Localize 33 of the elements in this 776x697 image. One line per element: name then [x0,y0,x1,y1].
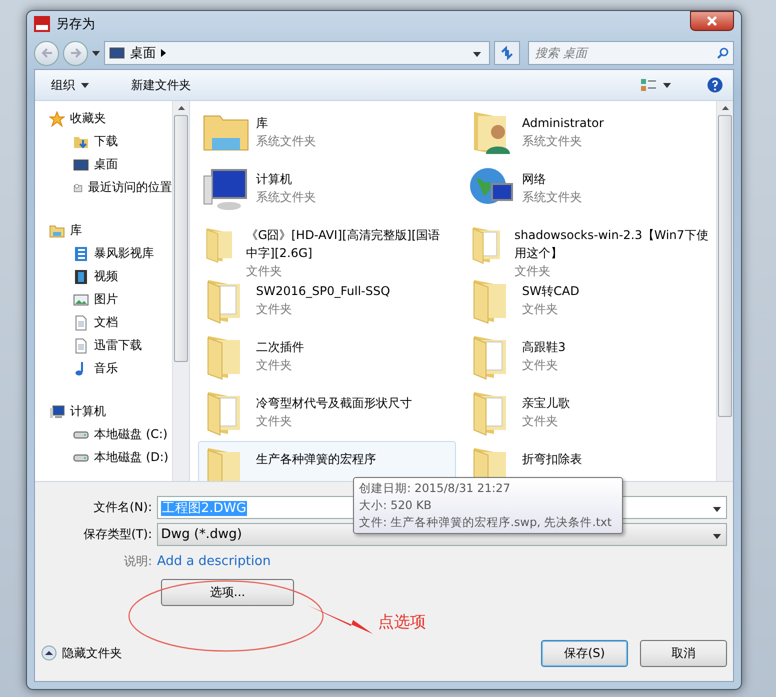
folder-name: 亲宝儿歌 [522,395,570,412]
folder-name: Administrator [522,115,604,132]
folder-name: 《G囧》[HD-AVI][高清完整版][国语中字][2.6G] [246,227,442,262]
folder-type: 文件夹 [246,263,283,280]
folder-name: 网络 [522,171,547,188]
folder-type: 系统文件夹 [256,133,316,150]
folder-name: 二次插件 [256,339,304,356]
folder-type: 文件夹 [256,301,293,318]
folder-type: 文件夹 [256,413,293,430]
folder-type: 系统文件夹 [256,189,316,206]
tooltip-line: 大小: 520 KB [359,497,433,514]
folder-type: 文件夹 [514,263,552,280]
folder-type: 文件夹 [522,357,559,374]
folder-name: 冷弯型材代号及截面形状尺寸 [256,395,412,412]
window-title: 另存为 [56,16,96,33]
folder-name: shadowsocks-win-2.3【Win7下使用这个】 [514,227,710,262]
folder-name: 计算机 [256,171,293,188]
folder-name: 生产各种弹簧的宏程序 [256,451,376,468]
folder-type: 系统文件夹 [522,133,583,150]
file-type-label: 保存类型(T): [82,526,153,543]
folder-name: 高跟鞋3 [522,339,566,356]
folder-name: SW转CAD [522,283,580,300]
folder-name: 库 [256,115,269,132]
folder-type: 文件夹 [256,357,293,374]
folder-name: 折弯扣除表 [522,451,582,468]
folder-type: 系统文件夹 [522,189,582,206]
folder-type: 文件夹 [522,301,559,318]
folder-type: 文件夹 [522,413,559,430]
annotation-text: 点选项 [378,612,426,633]
folder-name: SW2016_SP0_Full-SSQ [256,283,390,300]
tooltip-line: 创建日期: 2015/8/31 21:27 [359,480,512,497]
filename-label: 文件名(N): [92,499,153,516]
description-label: 说明: [122,553,153,570]
